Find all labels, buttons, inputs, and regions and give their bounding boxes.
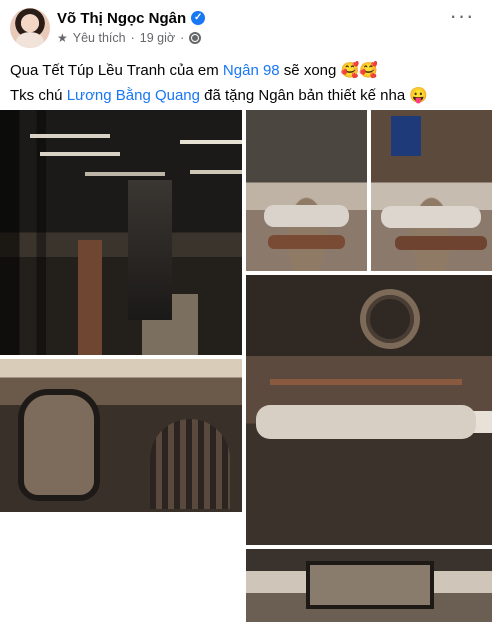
meta-separator: · (130, 31, 135, 45)
mirror-stair-photo[interactable] (0, 359, 242, 512)
post-meta: ★ Yêu thích · 19 giờ · (57, 30, 202, 46)
living-room-photo-2[interactable] (371, 110, 492, 271)
text-segment: Qua Tết Túp Lều Tranh của em (10, 62, 223, 79)
post-header: Võ Thị Ngọc Ngân ✓ ★ Yêu thích · 19 giờ … (0, 0, 492, 52)
living-room-photo-1[interactable] (246, 110, 367, 271)
text-segment: Tks chú (10, 87, 67, 104)
text-segment: sẽ xong (279, 62, 341, 79)
meta-separator-2: · (180, 31, 185, 45)
verified-badge-icon: ✓ (191, 11, 206, 25)
tongue-out-emoji: 😛 (409, 87, 429, 104)
more-options-button[interactable]: ··· (444, 5, 480, 30)
mention-link-luong-bang-quang[interactable]: Lương Bằng Quang (67, 87, 200, 104)
author-name-row: Võ Thị Ngọc Ngân ✓ (57, 8, 206, 28)
post-timestamp[interactable]: 19 giờ (140, 31, 175, 45)
globe-icon (189, 32, 202, 44)
author-avatar[interactable] (10, 8, 50, 48)
star-icon: ★ (57, 31, 68, 45)
author-name[interactable]: Võ Thị Ngọc Ngân (57, 10, 186, 27)
post-text-line-1: Qua Tết Túp Lều Tranh của em Ngân 98 sẽ … (10, 58, 480, 83)
dark-entry-hall-photo[interactable] (0, 110, 242, 355)
mention-link-ngan98[interactable]: Ngân 98 (223, 62, 280, 79)
favorite-label: Yêu thích (72, 31, 126, 45)
post-text-line-2: Tks chú Lương Bằng Quang đã tặng Ngân bả… (10, 83, 480, 108)
living-room-chandelier-photo[interactable] (246, 275, 492, 545)
post-text: Qua Tết Túp Lều Tranh của em Ngân 98 sẽ … (10, 58, 480, 108)
photo-grid (0, 110, 492, 622)
smiling-hearts-emoji: 🥰🥰 (340, 62, 378, 79)
text-segment: đã tặng Ngân bản thiết kế nha (200, 87, 410, 104)
ceiling-detail-photo[interactable] (246, 549, 492, 622)
